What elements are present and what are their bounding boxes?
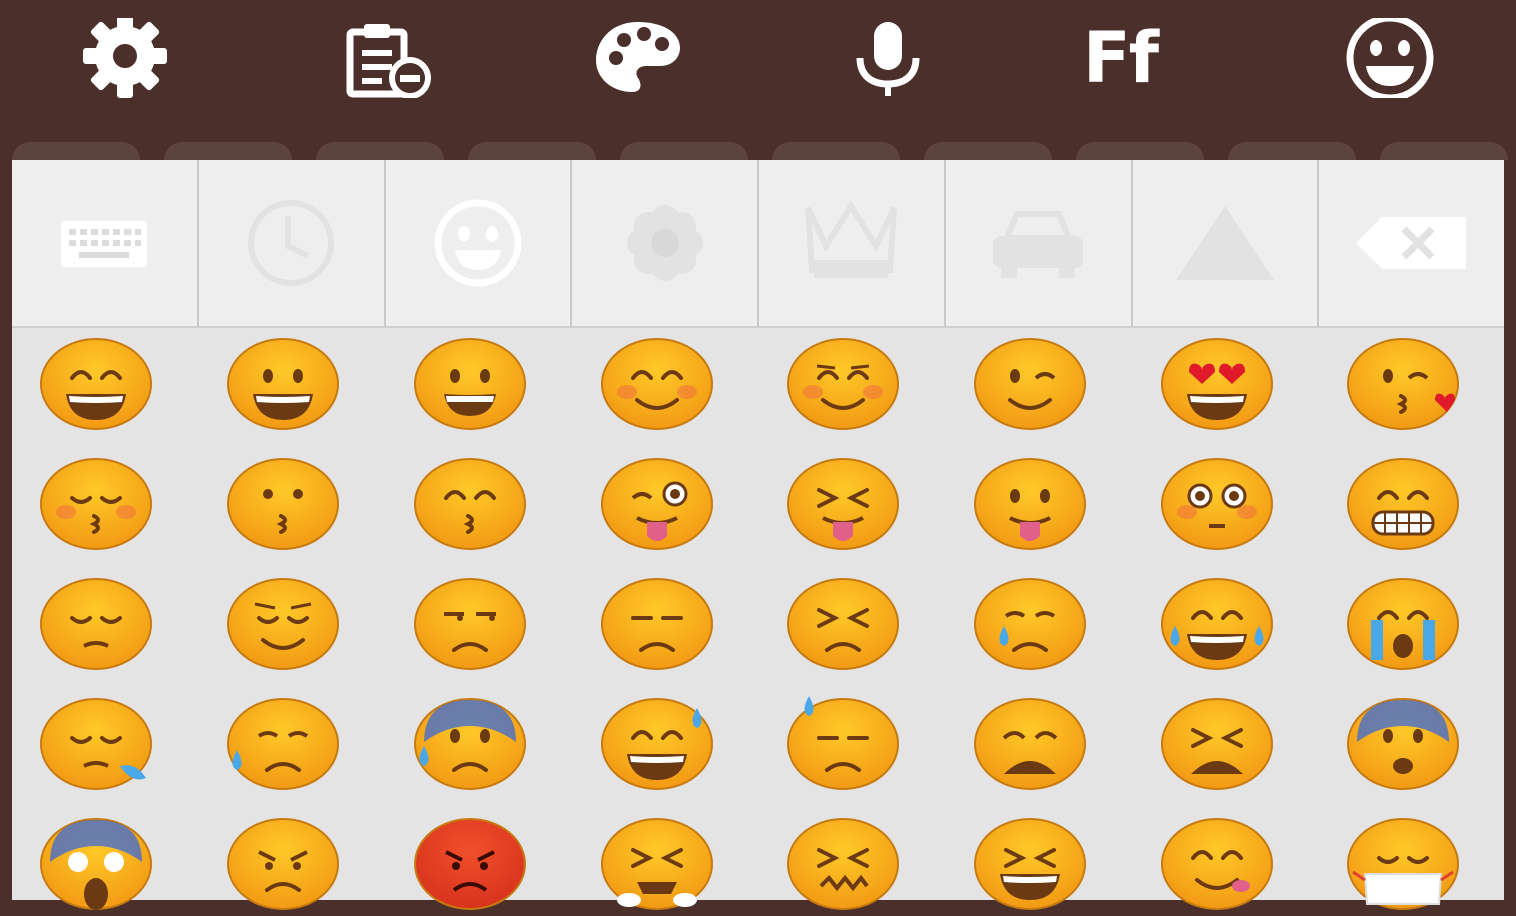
- category-bar: [12, 160, 1504, 328]
- emoji-grin[interactable]: [1343, 456, 1463, 556]
- settings-button[interactable]: [77, 18, 173, 98]
- category-recent[interactable]: [199, 160, 386, 326]
- ghost-tabs: [0, 142, 1516, 162]
- emoji-triumph[interactable]: [597, 816, 717, 916]
- emoji-cry[interactable]: [970, 576, 1090, 676]
- emoji-sleepy[interactable]: [36, 696, 156, 796]
- emoji-kissing-closed-eyes[interactable]: [36, 456, 156, 556]
- emoji-stuck-out-tongue[interactable]: [970, 456, 1090, 556]
- emoji-mask[interactable]: [1343, 816, 1463, 916]
- emoji-scream[interactable]: [36, 816, 156, 916]
- category-objects[interactable]: [759, 160, 946, 326]
- category-people[interactable]: [386, 160, 573, 326]
- emoji-fearful[interactable]: [1343, 696, 1463, 796]
- emoji-disappointed[interactable]: [597, 576, 717, 676]
- category-symbols[interactable]: [1133, 160, 1320, 326]
- category-keyboard[interactable]: [12, 160, 199, 326]
- font-button[interactable]: Ff: [1072, 18, 1168, 98]
- emoji-relaxed[interactable]: [783, 336, 903, 436]
- emoji-sweat-smile[interactable]: [597, 696, 717, 796]
- emoji-heart-eyes[interactable]: [1157, 336, 1277, 436]
- voice-input-button[interactable]: [840, 18, 936, 98]
- emoji-yum[interactable]: [1157, 816, 1277, 916]
- emoji-laughing[interactable]: [970, 816, 1090, 916]
- theme-button[interactable]: [590, 18, 686, 98]
- emoji-weary[interactable]: [970, 696, 1090, 796]
- font-icon: Ff: [1082, 17, 1159, 99]
- clipboard-icon: [346, 24, 431, 98]
- emoji-joy[interactable]: [1157, 576, 1277, 676]
- emoji-disappointed-relieved[interactable]: [223, 696, 343, 796]
- flower-icon: [626, 205, 703, 281]
- emoji-rage[interactable]: [410, 816, 530, 916]
- emoji-smiley[interactable]: [223, 336, 343, 436]
- emoji-cold-sweat[interactable]: [410, 696, 530, 796]
- backspace-icon: [1355, 217, 1466, 269]
- emoji-persevere[interactable]: [783, 576, 903, 676]
- emoji-grid: [12, 328, 1504, 910]
- emoji-confounded[interactable]: [783, 816, 903, 916]
- smiley-icon: [1346, 18, 1434, 98]
- car-icon: [993, 211, 1084, 278]
- palette-icon: [596, 22, 680, 92]
- category-delete[interactable]: [1319, 160, 1504, 326]
- keyboard-icon: [61, 221, 148, 267]
- emoji-unamused[interactable]: [410, 576, 530, 676]
- emoji-blush[interactable]: [597, 336, 717, 436]
- keyboard-toolbar: Ff: [0, 0, 1516, 142]
- emoji-stuck-out-tongue-closed-eyes[interactable]: [783, 456, 903, 556]
- emoji-grinning[interactable]: [410, 336, 530, 436]
- gear-icon: [83, 18, 167, 98]
- category-places[interactable]: [946, 160, 1133, 326]
- emoji-stuck-out-tongue-winking-eye[interactable]: [597, 456, 717, 556]
- emoji-panel: [12, 160, 1504, 910]
- clipboard-button[interactable]: [340, 18, 436, 98]
- emoji-sweat[interactable]: [783, 696, 903, 796]
- emoji-pensive[interactable]: [36, 576, 156, 676]
- emoji-kissing-heart[interactable]: [1343, 336, 1463, 436]
- emoji-kissing-smiling-eyes[interactable]: [410, 456, 530, 556]
- crown-icon: [805, 200, 898, 278]
- emoji-angry[interactable]: [223, 816, 343, 916]
- emoji-wink[interactable]: [970, 336, 1090, 436]
- smiley-icon: [434, 199, 522, 287]
- clock-icon: [248, 200, 335, 286]
- category-nature[interactable]: [572, 160, 759, 326]
- emoji-relieved[interactable]: [223, 576, 343, 676]
- emoji-kissing[interactable]: [223, 456, 343, 556]
- emoji-smile[interactable]: [36, 336, 156, 436]
- emoji-sob[interactable]: [1343, 576, 1463, 676]
- triangle-icon: [1175, 206, 1274, 280]
- emoji-button[interactable]: [1342, 18, 1438, 98]
- emoji-flushed[interactable]: [1157, 456, 1277, 556]
- emoji-tired-face[interactable]: [1157, 696, 1277, 796]
- microphone-icon: [856, 22, 920, 96]
